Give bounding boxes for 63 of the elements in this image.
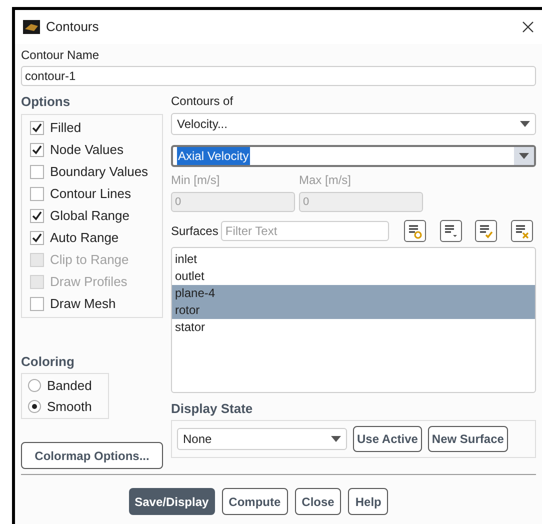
app-logo-icon xyxy=(23,20,40,34)
category-dropdown[interactable]: Velocity... xyxy=(171,113,536,135)
contour-name-label: Contour Name xyxy=(21,47,100,64)
checkbox-label: Draw Profiles xyxy=(50,272,128,291)
display-state-heading: Display State xyxy=(171,400,254,418)
use-active-button[interactable]: Use Active xyxy=(353,426,422,452)
list-menu-button[interactable] xyxy=(440,220,462,242)
min-label: Min [m/s] xyxy=(171,172,221,189)
caret-icon xyxy=(331,436,341,442)
checkbox[interactable] xyxy=(30,120,44,134)
dialog-button[interactable]: Save/Display xyxy=(128,488,215,515)
checkbox-label: Auto Range xyxy=(50,228,119,247)
quantity-dropdown[interactable]: Axial Velocity xyxy=(171,145,536,167)
checkbox-label: Global Range xyxy=(50,206,130,225)
checkbox[interactable] xyxy=(30,230,44,244)
clear-selection-button[interactable] xyxy=(511,220,533,242)
checkbox-label: Draw Mesh xyxy=(50,294,116,313)
select-all-icon-button[interactable] xyxy=(404,220,426,242)
check-icon xyxy=(32,144,42,154)
filter-field[interactable]: Filter Text xyxy=(221,221,390,241)
radio-button[interactable] xyxy=(28,400,41,413)
radio-label: Banded xyxy=(47,376,92,395)
check-icon xyxy=(32,210,42,220)
check-icon xyxy=(32,122,42,132)
checkbox[interactable] xyxy=(30,142,44,156)
caret-icon xyxy=(519,153,529,159)
list-cross-icon xyxy=(514,223,530,239)
checkbox-label: Clip to Range xyxy=(50,250,129,269)
options-heading: Options xyxy=(21,93,72,111)
max-label: Max [m/s] xyxy=(299,172,352,189)
surface-item[interactable]: outlet xyxy=(172,268,535,285)
list-circle-icon xyxy=(407,223,424,239)
list-check-icon xyxy=(478,223,494,239)
display-state-dropdown[interactable]: None xyxy=(177,428,347,450)
window-title: Contours xyxy=(46,18,99,36)
list-dropdown-icon xyxy=(442,223,459,239)
radio-label: Smooth xyxy=(47,398,92,416)
surface-item[interactable]: plane-4 xyxy=(172,285,535,302)
coloring-heading: Coloring xyxy=(21,352,76,371)
checkbox-label: Contour Lines xyxy=(50,184,131,203)
checkbox[interactable] xyxy=(30,296,44,310)
surface-item[interactable]: stator xyxy=(172,319,535,336)
check-icon xyxy=(32,232,42,242)
checkbox-label: Boundary Values xyxy=(50,162,148,181)
surface-item[interactable]: rotor xyxy=(172,302,535,319)
checkbox[interactable] xyxy=(30,186,44,200)
contours-of-label: Contours of xyxy=(171,93,234,110)
dialog-button[interactable]: Help xyxy=(348,488,388,515)
dialog-button[interactable]: Close xyxy=(294,488,342,515)
checkbox-label: Filled xyxy=(50,118,82,137)
caret-icon xyxy=(520,121,530,127)
check-all-button[interactable] xyxy=(475,220,498,242)
checkbox[interactable] xyxy=(30,164,44,178)
close-icon[interactable] xyxy=(522,21,534,33)
surfaces-label: Surfaces xyxy=(171,223,218,240)
checkbox-label: Node Values xyxy=(50,140,124,159)
surface-item[interactable]: inlet xyxy=(172,251,535,268)
contour-name-field[interactable]: contour-1 xyxy=(21,66,536,86)
radio-button[interactable] xyxy=(28,379,41,392)
dialog-button[interactable]: Compute xyxy=(222,488,288,515)
checkbox[interactable] xyxy=(30,208,44,222)
new-surface-button[interactable]: New Surface xyxy=(428,426,508,452)
colormap-options-button[interactable]: Colormap Options... xyxy=(21,442,163,469)
